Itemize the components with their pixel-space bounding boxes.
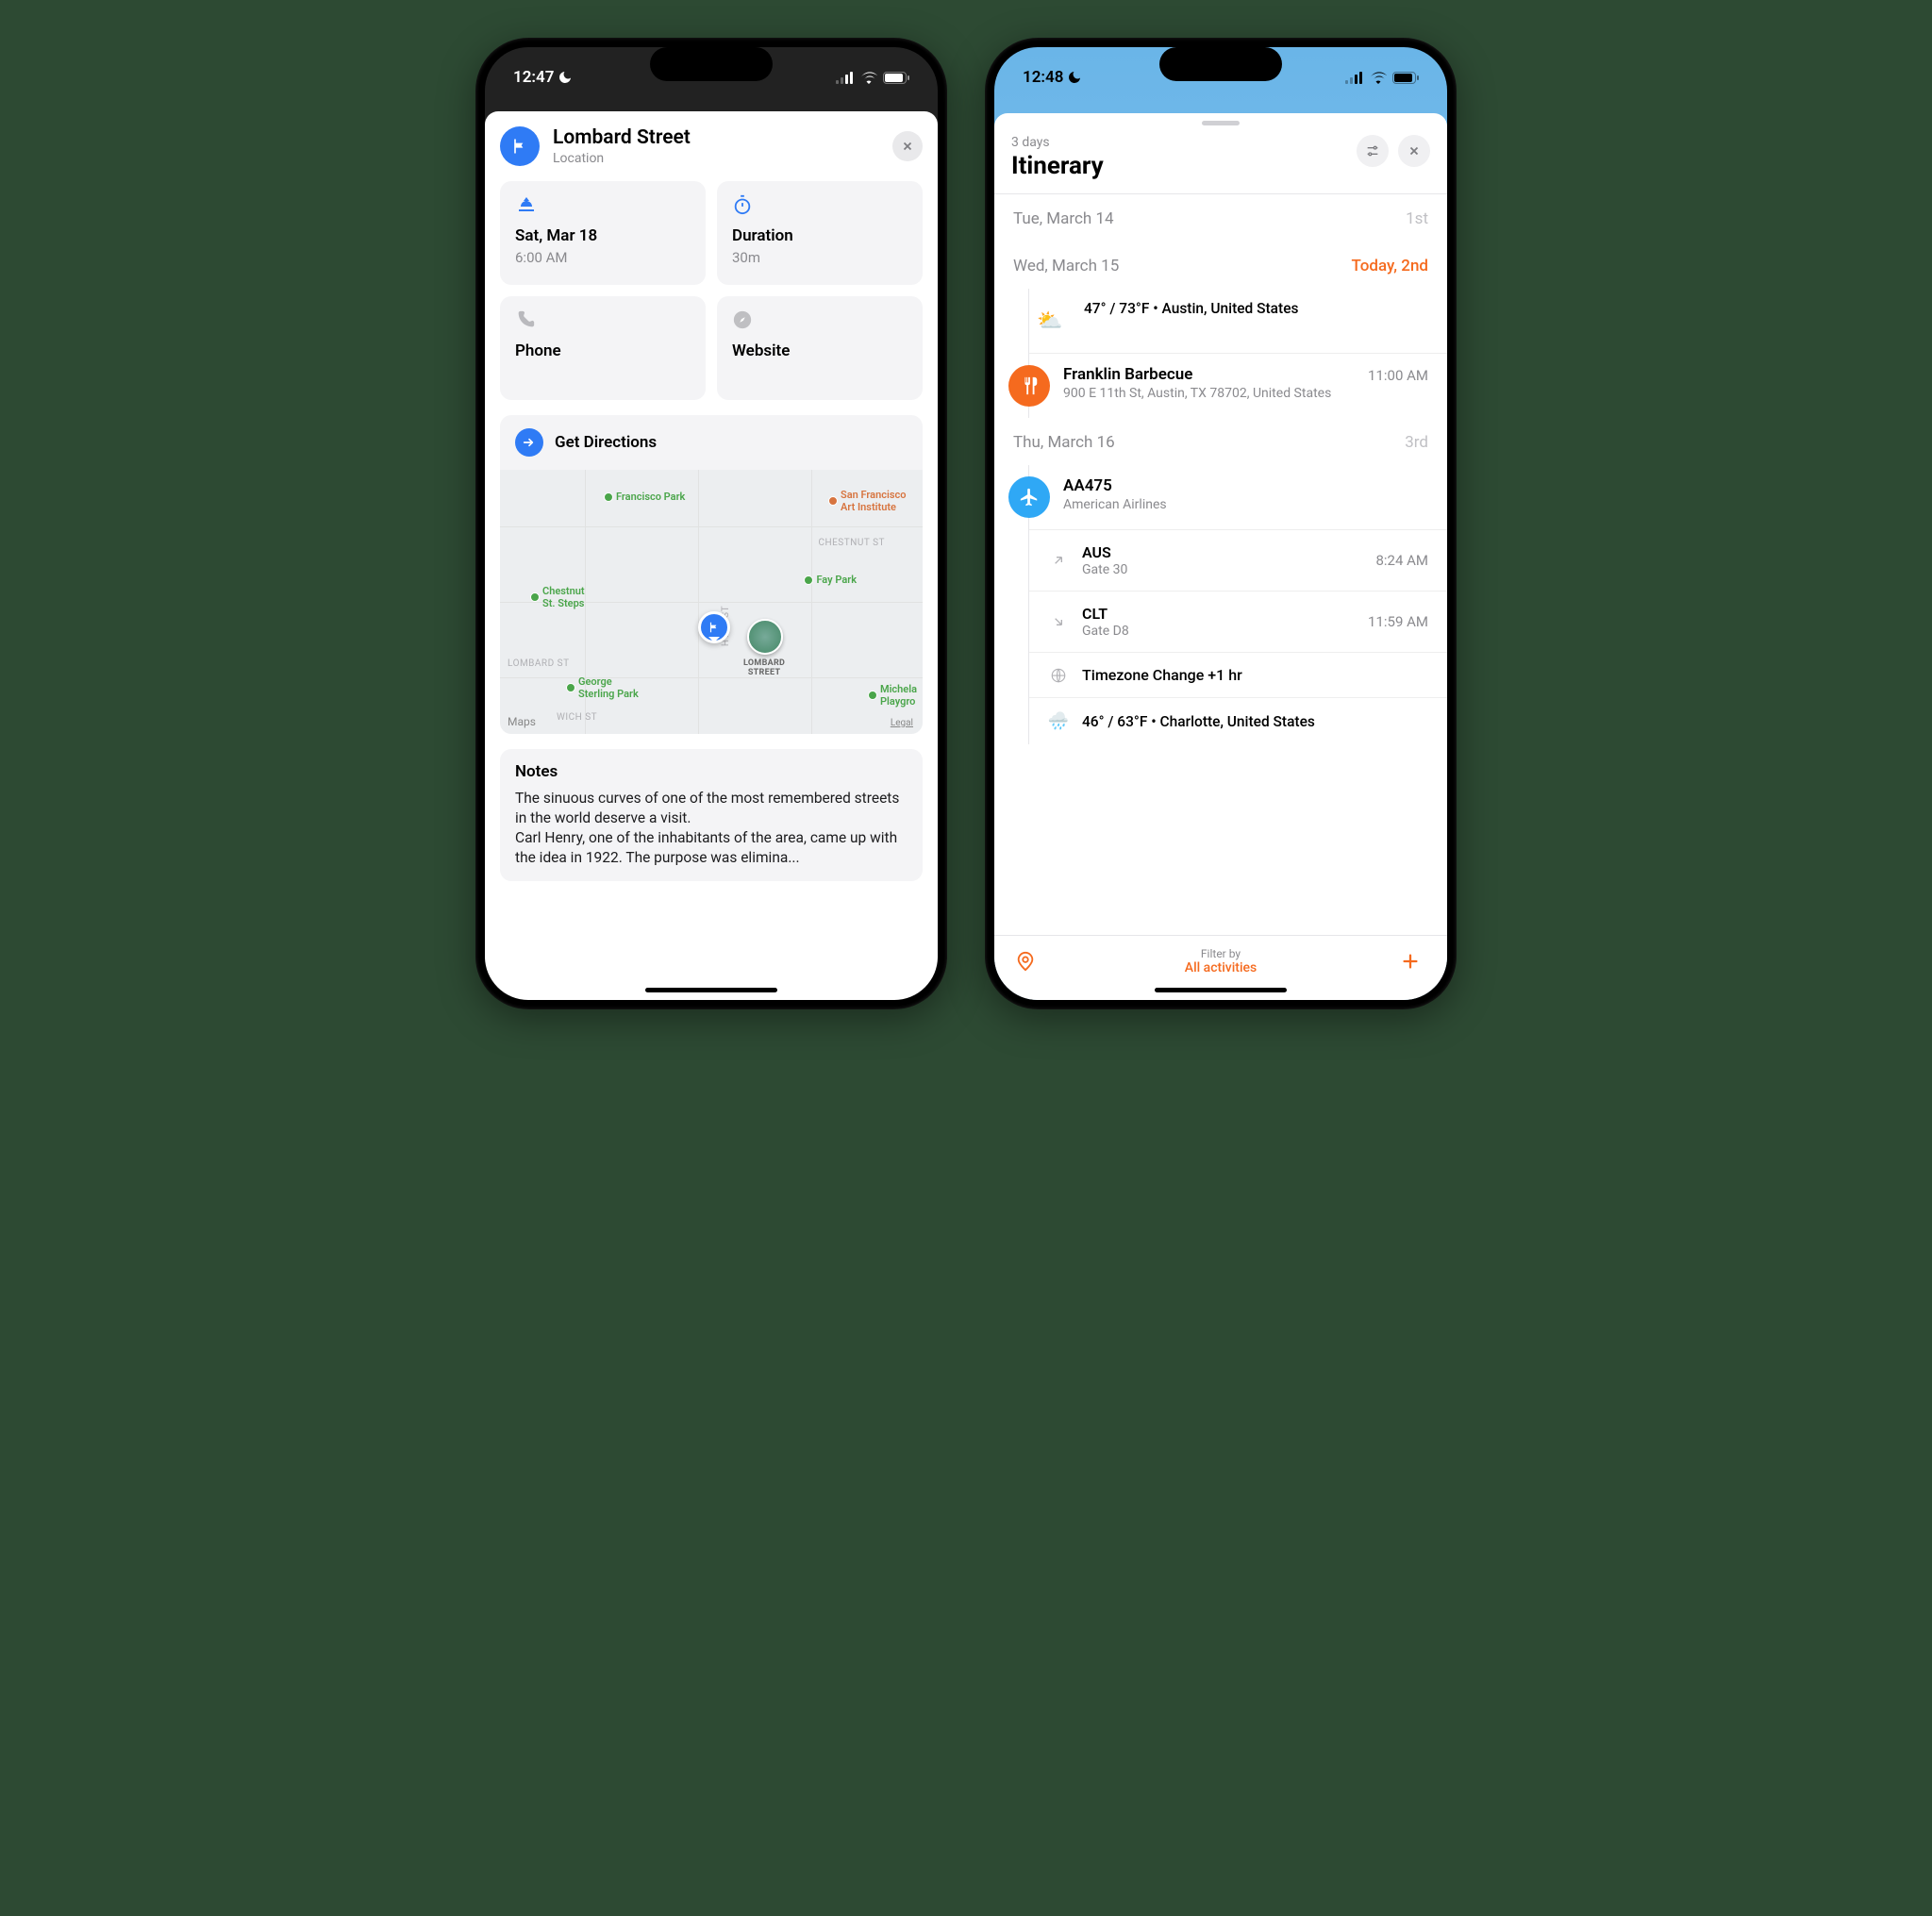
- directions-label: Get Directions: [555, 433, 657, 452]
- get-directions-row[interactable]: Get Directions: [500, 415, 923, 470]
- location-flag-badge: [500, 126, 540, 166]
- battery-icon: [883, 72, 909, 84]
- arrow-up-right-icon: [1051, 553, 1066, 568]
- website-card[interactable]: Website: [717, 296, 923, 400]
- panel-header: 3 days Itinerary: [994, 135, 1447, 193]
- sliders-icon: [1365, 143, 1380, 158]
- location-subtitle: Location: [553, 151, 879, 166]
- moon-icon: [558, 70, 573, 85]
- dynamic-island: [1159, 47, 1282, 81]
- weather-partly-cloudy-icon: ⛅: [1037, 309, 1062, 333]
- home-indicator[interactable]: [645, 988, 777, 992]
- dynamic-island: [650, 47, 773, 81]
- filter-selector[interactable]: Filter by All activities: [1041, 947, 1400, 975]
- map-pin-icon: [698, 611, 730, 643]
- activity-franklin[interactable]: Franklin Barbecue 900 E 11th St, Austin,…: [1029, 353, 1447, 418]
- map-preview[interactable]: Francisco Park San Francisco Art Institu…: [500, 470, 923, 734]
- day-header-3[interactable]: Thu, March 16 3rd: [994, 418, 1447, 465]
- close-button[interactable]: [892, 131, 923, 161]
- phone-icon: [515, 309, 536, 330]
- flight-row[interactable]: AA475 American Airlines: [1029, 465, 1447, 529]
- stopwatch-icon: [732, 194, 753, 215]
- flag-icon: [510, 137, 529, 156]
- status-time: 12:47: [513, 68, 554, 87]
- phone-card[interactable]: Phone: [500, 296, 706, 400]
- flight-departure[interactable]: AUS Gate 30 8:24 AM: [1029, 529, 1447, 591]
- weather-row-2: 🌧️ 46° / 63°F • Charlotte, United States: [1029, 697, 1447, 744]
- locate-button[interactable]: [1015, 951, 1041, 972]
- notes-title: Notes: [515, 762, 908, 781]
- wifi-icon: [1370, 72, 1387, 84]
- notes-body: The sinuous curves of one of the most re…: [515, 789, 908, 868]
- day-3-timeline: AA475 American Airlines AUS Gate 30 8:24…: [1028, 465, 1447, 744]
- location-title: Lombard Street: [553, 126, 879, 149]
- screen-itinerary: 12:48 3 days Itinerary: [994, 47, 1447, 1000]
- arrow-down-right-icon: [1051, 614, 1066, 629]
- compass-icon: [732, 309, 753, 330]
- directions-card: Get Directions Francisco Park San Franci…: [500, 415, 923, 734]
- map-legal[interactable]: Legal: [891, 718, 913, 728]
- lombard-photo-badge: [747, 619, 783, 655]
- itinerary-list[interactable]: Tue, March 14 1st Wed, March 15 Today, 2…: [994, 194, 1447, 935]
- date-card-sub: 6:00 AM: [515, 249, 691, 266]
- plane-icon: [1019, 487, 1040, 508]
- directions-arrow-icon: [522, 435, 537, 450]
- restaurant-icon: [1019, 375, 1040, 396]
- timezone-row: Timezone Change +1 hr: [1029, 652, 1447, 697]
- cell-signal-icon: [836, 72, 855, 84]
- location-pin-icon: [1015, 951, 1036, 972]
- page-title: Itinerary: [1011, 152, 1347, 180]
- close-icon: [901, 140, 914, 153]
- plus-icon: [1400, 951, 1421, 972]
- sheet-header: Lombard Street Location: [500, 126, 923, 166]
- status-time: 12:48: [1023, 68, 1063, 87]
- duration-card-sub: 30m: [732, 249, 908, 266]
- website-card-title: Website: [732, 342, 908, 360]
- phone-card-title: Phone: [515, 342, 691, 360]
- duration-card-title: Duration: [732, 226, 908, 245]
- date-card[interactable]: Sat, Mar 18 6:00 AM: [500, 181, 706, 285]
- weather-row: ⛅ 47° / 73°F • Austin, United States: [1029, 289, 1447, 353]
- trip-length: 3 days: [1011, 135, 1347, 150]
- itinerary-panel: 3 days Itinerary Tue, March 14 1st: [994, 113, 1447, 1000]
- info-cards: Sat, Mar 18 6:00 AM Duration 30m Phone: [500, 181, 923, 400]
- weather-rain-icon: 🌧️: [1048, 711, 1069, 731]
- grab-handle[interactable]: [1202, 121, 1240, 125]
- phone-right: 12:48 3 days Itinerary: [985, 38, 1457, 1009]
- wifi-icon: [860, 72, 877, 84]
- home-indicator[interactable]: [1155, 988, 1287, 992]
- day-header-1[interactable]: Tue, March 14 1st: [994, 194, 1447, 242]
- duration-card[interactable]: Duration 30m: [717, 181, 923, 285]
- settings-button[interactable]: [1357, 135, 1389, 167]
- flight-arrival[interactable]: CLT Gate D8 11:59 AM: [1029, 591, 1447, 652]
- screen-location-detail: 12:47 Lombard Street Location: [485, 47, 938, 1000]
- sunrise-icon: [515, 194, 538, 213]
- phone-left: 12:47 Lombard Street Location: [475, 38, 947, 1009]
- battery-icon: [1392, 72, 1419, 84]
- day-header-2[interactable]: Wed, March 15 Today, 2nd: [994, 242, 1447, 289]
- location-sheet: Lombard Street Location Sat, Mar 18 6:00…: [485, 111, 938, 1000]
- day-2-timeline: ⛅ 47° / 73°F • Austin, United States Fra…: [1028, 289, 1447, 418]
- date-card-title: Sat, Mar 18: [515, 226, 691, 245]
- close-button[interactable]: [1398, 135, 1430, 167]
- cell-signal-icon: [1345, 72, 1364, 84]
- map-brand: Maps: [508, 715, 536, 728]
- add-activity-button[interactable]: [1400, 951, 1426, 972]
- globe-icon: [1050, 667, 1067, 684]
- notes-card[interactable]: Notes The sinuous curves of one of the m…: [500, 749, 923, 881]
- close-icon: [1407, 144, 1421, 158]
- moon-icon: [1067, 70, 1082, 85]
